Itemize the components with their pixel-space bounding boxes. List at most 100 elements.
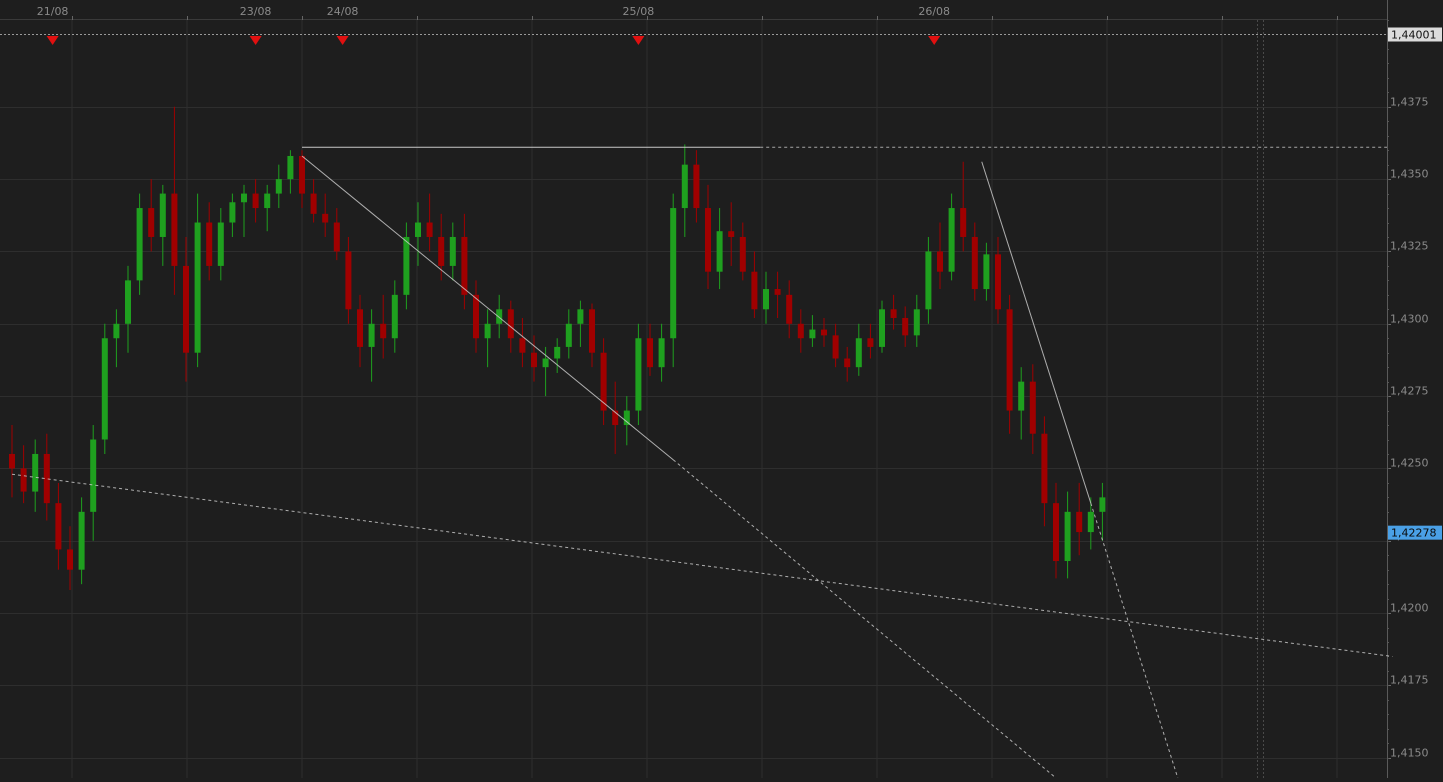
candle-body: [148, 208, 155, 237]
candle-body: [542, 358, 549, 368]
candle-body: [763, 289, 769, 310]
candle-body: [705, 208, 711, 272]
x-tick-label: 25/08: [623, 5, 655, 18]
candle-body: [438, 236, 445, 266]
candle: [101, 323, 108, 454]
y-tick-label: 1,4375: [1390, 96, 1429, 109]
candle-body: [867, 338, 874, 347]
candle-body: [635, 338, 642, 411]
candle-body: [1099, 497, 1106, 512]
candle-body: [183, 265, 189, 353]
candle-body: [9, 453, 15, 469]
candle-body: [855, 338, 862, 368]
candle-body: [925, 251, 932, 310]
x-axis-bar: [0, 0, 1387, 20]
y-tick-label: 1,4150: [1390, 747, 1429, 760]
candle-body: [577, 309, 584, 324]
candle-body: [1064, 511, 1071, 562]
candle-body: [716, 231, 723, 272]
y-tick-label: 1,4275: [1390, 385, 1429, 398]
candle-body: [67, 549, 73, 570]
chart-svg: 1,4375 1,4350 1,4325 1,4300 1,4275 1,4250 1,42…: [0, 0, 1443, 779]
candle-body: [345, 251, 352, 310]
top-price-label: 1,44001: [1388, 27, 1442, 42]
candle-body: [113, 323, 120, 339]
candle-body: [1006, 309, 1013, 411]
candle-body: [484, 323, 491, 339]
candle-body: [1076, 511, 1083, 533]
x-tick-label: 21/08: [37, 5, 69, 18]
candle-body: [658, 338, 665, 368]
candle-body: [287, 155, 294, 180]
current-price-label-text: 1,42278: [1391, 527, 1437, 540]
candle-body: [229, 202, 236, 223]
candle-body: [159, 193, 166, 237]
candle-body: [391, 294, 398, 339]
candle-body: [1041, 433, 1048, 504]
candle-body: [449, 236, 456, 266]
candle-body: [913, 309, 920, 336]
candle-body: [879, 309, 885, 347]
y-tick-label: 1,4325: [1390, 240, 1429, 253]
candle-body: [890, 309, 897, 318]
candle-body: [995, 254, 1001, 310]
candle-body: [948, 208, 955, 272]
candle-body: [333, 222, 340, 252]
candle-body: [403, 236, 410, 295]
candle-body: [774, 289, 781, 295]
candle-body: [496, 309, 503, 324]
candle-body: [310, 193, 317, 214]
candle-body: [380, 323, 387, 339]
candle-body: [844, 358, 851, 368]
candle-body: [809, 329, 816, 339]
current-price-label: 1,42278: [1388, 525, 1442, 540]
candle-body: [473, 294, 479, 339]
candle-body: [90, 439, 97, 512]
candle-body: [531, 352, 537, 368]
candle-body: [171, 193, 178, 266]
candle-body: [751, 271, 758, 310]
candle: [635, 323, 642, 426]
candle-body: [1018, 381, 1025, 411]
candle-body: [728, 231, 735, 237]
candle-body: [821, 329, 827, 336]
x-tick-label: 26/08: [918, 5, 950, 18]
candle-body: [368, 323, 375, 347]
chart-background: [0, 0, 1443, 778]
candle-body: [902, 317, 909, 336]
candle-body: [1053, 503, 1059, 562]
y-tick-label: 1,4175: [1390, 674, 1429, 687]
candle: [136, 193, 143, 295]
candle-body: [125, 280, 131, 324]
candle-body: [1029, 381, 1036, 434]
candle-body: [797, 323, 804, 339]
candle-body: [252, 193, 259, 209]
candle-body: [971, 236, 978, 290]
candle-body: [415, 222, 421, 237]
x-tick-label: 23/08: [240, 5, 272, 18]
candle-body: [554, 346, 561, 359]
candlestick-chart: 1,4375 1,4350 1,4325 1,4300 1,4275 1,4250 1,42…: [0, 0, 1443, 779]
y-tick-label: 1,4200: [1390, 602, 1429, 615]
candle-body: [589, 309, 595, 353]
candle-body: [739, 236, 746, 272]
candle-body: [693, 164, 700, 209]
candle-body: [217, 222, 224, 266]
candle-body: [241, 193, 247, 203]
candle-body: [426, 222, 433, 237]
candle-body: [519, 338, 526, 353]
candle-body: [357, 309, 363, 347]
y-tick-label: 1,4250: [1390, 457, 1429, 470]
candle-body: [299, 155, 305, 194]
candle-body: [600, 352, 607, 411]
candle-body: [78, 511, 85, 570]
candle-body: [786, 294, 793, 324]
candle-body: [55, 503, 62, 550]
top-price-label-text: 1,44001: [1391, 29, 1437, 42]
y-tick-label: 1,4350: [1390, 168, 1429, 181]
candle-body: [670, 208, 677, 339]
candle-body: [960, 208, 967, 237]
candle-body: [1087, 511, 1094, 533]
candle-body: [206, 222, 213, 266]
y-tick-label: 1,4300: [1390, 313, 1429, 326]
